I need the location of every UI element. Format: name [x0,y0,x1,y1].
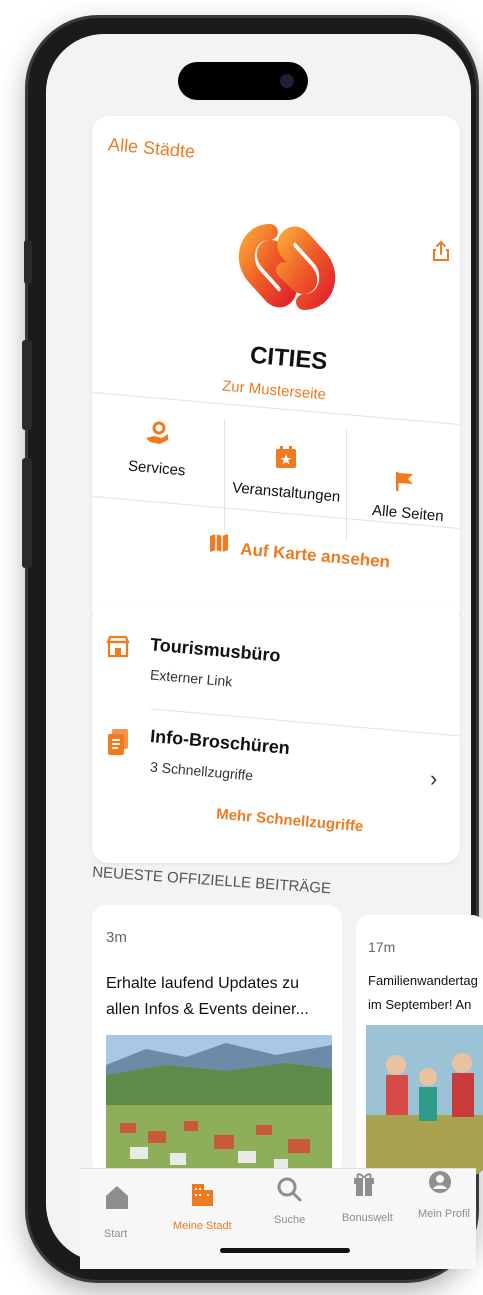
mute-switch [24,240,32,284]
brochure-icon [108,729,128,755]
post-title-line: Erhalte laufend Updates zu [106,975,300,992]
flag-icon [396,472,413,491]
dynamic-island [178,62,308,100]
post-image [366,1025,483,1175]
post-time: 3m [106,929,127,946]
store-icon [106,635,130,658]
gift-icon [354,1173,374,1196]
search-icon [277,1177,302,1202]
tab-label: Start [104,1228,128,1240]
volume-down-button [22,458,32,568]
profile-icon [429,1171,451,1193]
post-card[interactable]: 3m Erhalte laufend Updates zu allen Info… [92,905,342,1175]
calendar-star-icon [276,446,296,468]
home-indicator[interactable] [220,1248,350,1253]
divider [224,420,225,530]
home-icon [106,1186,128,1209]
tab-label: Bonuswelt [342,1212,393,1224]
post-title-line: allen Infos & Events deiner... [106,1001,309,1018]
city-icon [192,1184,213,1206]
divider [346,430,347,540]
post-time: 17m [368,939,396,955]
share-icon[interactable] [432,240,450,262]
tab-label: Meine Stadt [173,1220,232,1232]
hand-gear-icon [146,421,168,444]
post-title-line: Familienwandertag [368,973,478,988]
map-icon [210,534,228,552]
tab-label: Suche [274,1214,306,1226]
cities-logo-icon [238,224,336,310]
post-image [106,1035,332,1175]
post-card[interactable]: 17m Familienwandertag im September! An [356,915,483,1175]
post-title-line: im September! An [368,997,472,1012]
chevron-right-icon: › [430,766,438,791]
tab-label: Mein Profil [418,1208,470,1220]
volume-up-button [22,340,32,430]
